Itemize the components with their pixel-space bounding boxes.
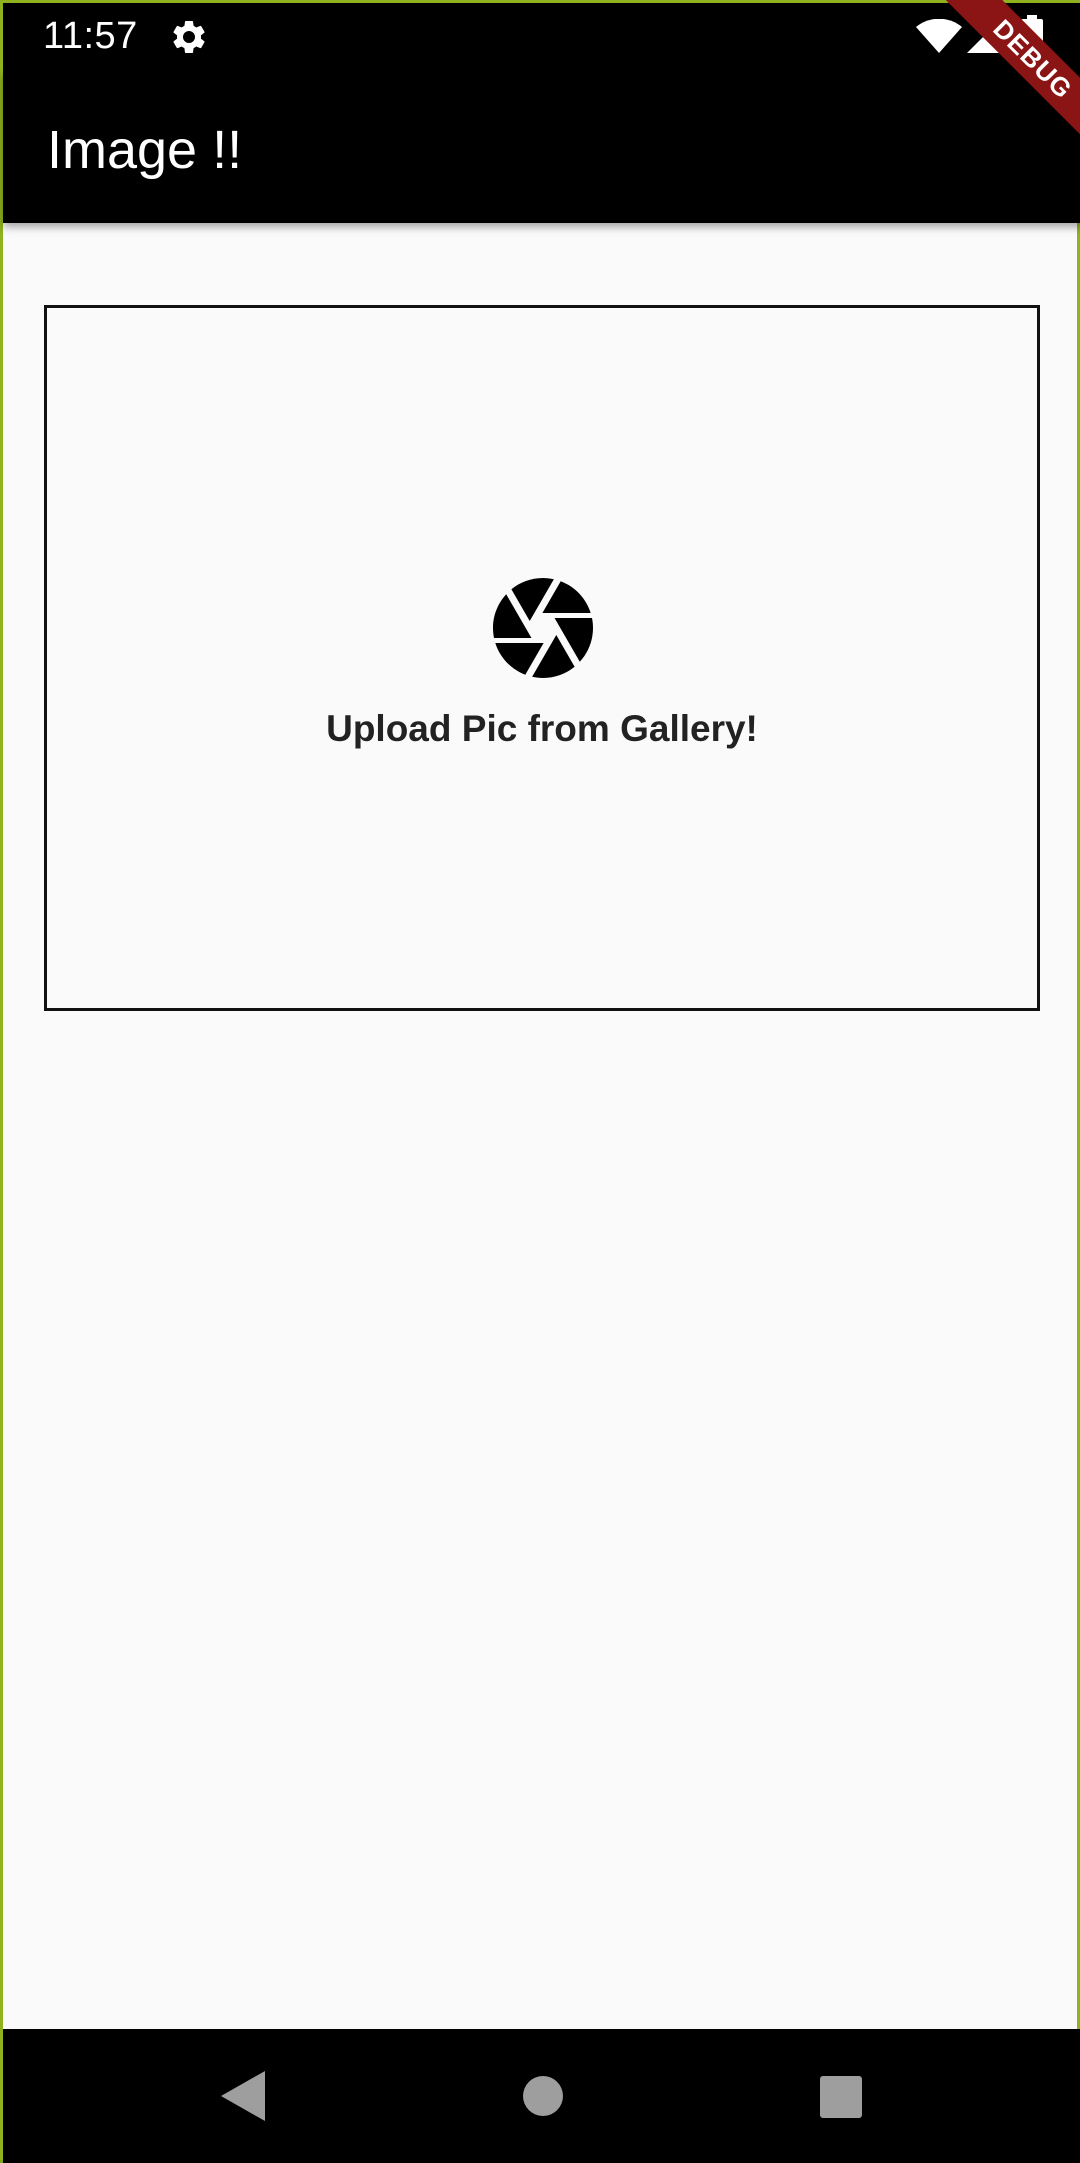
status-bar: 11:57 — [3, 3, 1080, 71]
camera-icon[interactable] — [483, 568, 603, 688]
upload-label[interactable]: Upload Pic from Gallery! — [44, 708, 1040, 750]
app-bar: Image !! — [3, 71, 1080, 223]
wifi-icon — [916, 19, 962, 53]
page-title: Image !! — [47, 120, 243, 180]
gear-icon — [173, 20, 205, 53]
app-screen: 11:57 Image !! DEBUG Upload Pic from Gal… — [0, 0, 1080, 2163]
navigation-bar — [3, 2029, 1080, 2163]
home-icon[interactable] — [523, 2076, 563, 2116]
recents-icon[interactable] — [820, 2076, 862, 2118]
status-time: 11:57 — [43, 15, 138, 57]
back-icon[interactable] — [221, 2071, 265, 2121]
